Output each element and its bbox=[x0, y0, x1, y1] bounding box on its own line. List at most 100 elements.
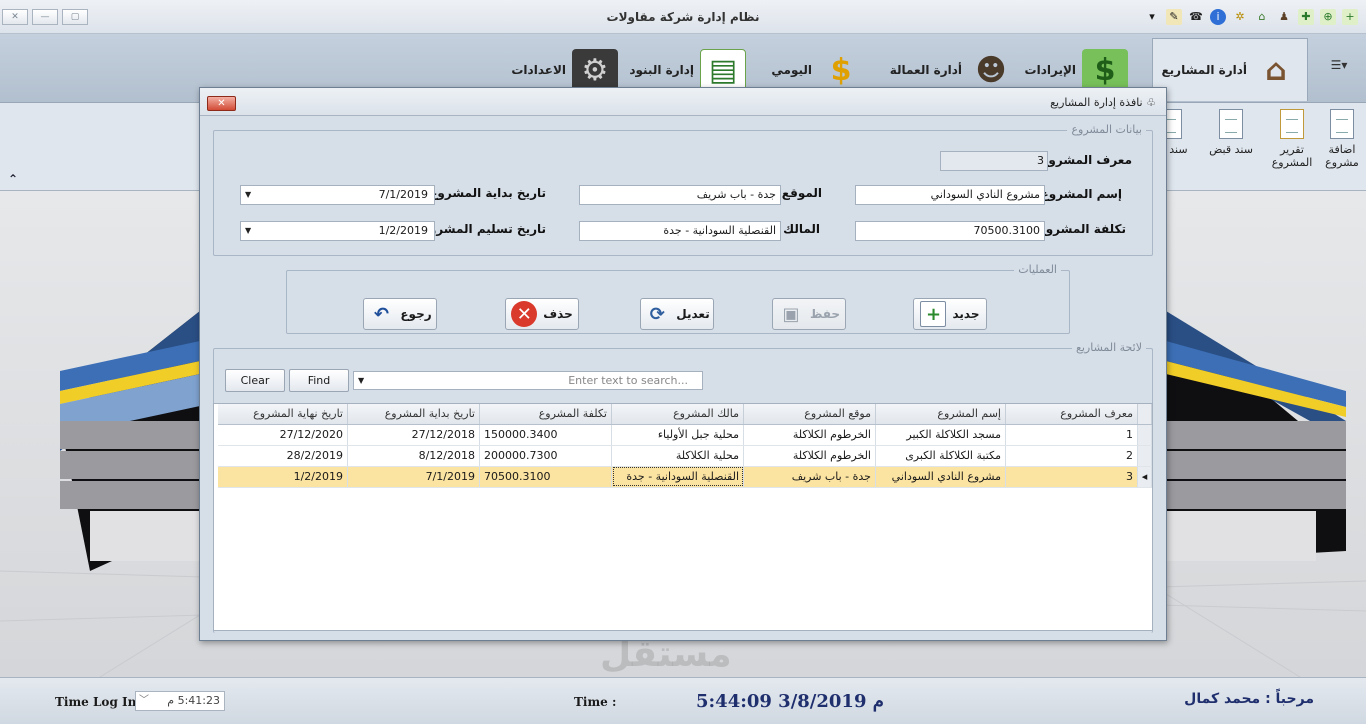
back-label: رجوع bbox=[400, 307, 432, 321]
money-icon: $ bbox=[1082, 49, 1128, 91]
people-icon: ☻ bbox=[975, 52, 1007, 88]
receipt-voucher-button[interactable]: سند قبض bbox=[1203, 109, 1259, 156]
notepad-icon[interactable]: ✎ bbox=[1166, 9, 1182, 25]
cell-location[interactable]: الخرطوم الكلاكلة bbox=[743, 424, 876, 446]
cell-owner[interactable]: محلية جبل الأولياء bbox=[611, 424, 744, 446]
add-icon[interactable]: ⊕ bbox=[1320, 9, 1336, 25]
row-indicator bbox=[1137, 424, 1152, 446]
cell-end[interactable]: 1/2/2019 bbox=[217, 466, 348, 488]
tab-labor-label: أدارة العمالة bbox=[889, 63, 962, 77]
ribbon-menu-button[interactable]: ☰▾ bbox=[1326, 58, 1352, 76]
project-report-label: تقرير المشروع bbox=[1271, 143, 1313, 169]
dropdown-arrow-icon[interactable]: ▼ bbox=[245, 222, 251, 240]
find-button[interactable]: Find bbox=[289, 369, 349, 392]
new-button[interactable]: جديد + bbox=[913, 298, 987, 330]
project-data-legend: بيانات المشروع bbox=[1067, 123, 1146, 136]
cell-cost[interactable]: 150000.3400 bbox=[479, 424, 612, 446]
cell-end[interactable]: 27/12/2020 bbox=[217, 424, 348, 446]
row-indicator-header bbox=[1137, 404, 1152, 425]
cell-location[interactable]: جدة - باب شريف bbox=[743, 466, 876, 488]
start-date-value: 7/1/2019 bbox=[378, 188, 428, 201]
telephone-icon[interactable]: ☎ bbox=[1188, 9, 1204, 25]
tab-projects[interactable]: ⌂ أدارة المشاريع bbox=[1152, 38, 1308, 101]
add-document-icon bbox=[1330, 109, 1354, 139]
table-row-selected[interactable]: ◂ 3 مشروع النادي السوداني جدة - باب شريف… bbox=[217, 466, 1152, 488]
cell-name[interactable]: مشروع النادي السوداني bbox=[875, 466, 1006, 488]
delivery-date-picker[interactable]: ▼ 1/2/2019 bbox=[240, 221, 435, 241]
back-arrow-icon: ↶ bbox=[373, 303, 389, 325]
user-icon[interactable]: ♟ bbox=[1276, 9, 1292, 25]
gear-icon: ⚙ bbox=[572, 49, 618, 91]
home-icon[interactable]: ⌂ bbox=[1254, 9, 1270, 25]
tab-daily-label: اليومي bbox=[771, 63, 812, 77]
delete-button[interactable]: حذف ✕ bbox=[505, 298, 579, 330]
cell-id[interactable]: 3 bbox=[1005, 466, 1138, 488]
cell-cost[interactable]: 200000.7300 bbox=[479, 445, 612, 467]
cell-id[interactable]: 1 bbox=[1005, 424, 1138, 446]
edit-button[interactable]: تعديل ⟳ bbox=[640, 298, 714, 330]
app-logo-icon: ♧ bbox=[1146, 96, 1156, 109]
clear-button[interactable]: Clear bbox=[225, 369, 285, 392]
cell-end[interactable]: 28/2/2019 bbox=[217, 445, 348, 467]
timelog-combo[interactable]: ﹀ 5:41:23 م bbox=[135, 691, 225, 711]
clock: 5:44:09 3/8/2019 م bbox=[696, 691, 884, 712]
new-document-icon: + bbox=[920, 301, 947, 327]
col-header-name[interactable]: إسم المشروع bbox=[875, 404, 1006, 425]
cell-name[interactable]: مكتبة الكلاكلة الكبرى bbox=[875, 445, 1006, 467]
projects-grid: معرف المشروع إسم المشروع موقع المشروع ما… bbox=[213, 403, 1153, 631]
search-mru-dropdown-icon[interactable]: ▼ bbox=[358, 372, 364, 389]
col-header-id[interactable]: معرف المشروع bbox=[1005, 404, 1138, 425]
cell-owner-focused[interactable]: القنصلية السودانية - جدة bbox=[611, 466, 744, 488]
dropdown-arrow-icon[interactable]: ▼ bbox=[245, 186, 251, 204]
cell-start[interactable]: 27/12/2018 bbox=[347, 424, 480, 446]
money-bag-house-icon: $ bbox=[830, 52, 852, 88]
status-bar: Time Log In : ﹀ 5:41:23 م Time : 5:44:09… bbox=[0, 677, 1366, 724]
cell-start[interactable]: 7/1/2019 bbox=[347, 466, 480, 488]
row-indicator-arrow-icon: ◂ bbox=[1137, 466, 1152, 488]
table-row[interactable]: 2 مكتبة الكلاكلة الكبرى الخرطوم الكلاكلة… bbox=[217, 445, 1152, 467]
info-icon[interactable]: i bbox=[1210, 9, 1226, 25]
delete-label: حذف bbox=[543, 307, 573, 321]
cell-location[interactable]: الخرطوم الكلاكلة bbox=[743, 445, 876, 467]
cell-owner[interactable]: محلية الكلاكلة bbox=[611, 445, 744, 467]
timelog-label: Time Log In : bbox=[55, 695, 145, 709]
location-input[interactable]: جدة - باب شريف bbox=[579, 185, 781, 205]
welcome-user: مرحباً : محمد كمال bbox=[1184, 691, 1314, 707]
search-input[interactable]: ▼ Enter text to search... bbox=[353, 371, 703, 390]
cell-start[interactable]: 8/12/2018 bbox=[347, 445, 480, 467]
project-name-input[interactable]: مشروع النادي السوداني bbox=[855, 185, 1045, 205]
save-disk-icon: ▣ bbox=[782, 303, 800, 325]
tab-revenues-label: الإيرادات bbox=[1024, 63, 1076, 77]
refresh-icon: ⟳ bbox=[649, 303, 665, 325]
col-header-location[interactable]: موقع المشروع bbox=[743, 404, 876, 425]
puzzle-icon[interactable]: ✲ bbox=[1232, 9, 1248, 25]
chevron-down-icon: ﹀ bbox=[139, 695, 149, 706]
cell-id[interactable]: 2 bbox=[1005, 445, 1138, 467]
project-report-button[interactable]: تقرير المشروع bbox=[1264, 109, 1320, 169]
tab-items-label: إدارة البنود bbox=[629, 63, 694, 77]
edit-doc-icon[interactable]: ✚ bbox=[1298, 9, 1314, 25]
dialog-title-text: نافذة إدارة المشاريع bbox=[1050, 96, 1143, 109]
table-row[interactable]: 1 مسجد الكلاكلة الكبير الخرطوم الكلاكلة … bbox=[217, 424, 1152, 446]
back-button[interactable]: رجوع ↶ bbox=[363, 298, 437, 330]
cell-name[interactable]: مسجد الكلاكلة الكبير bbox=[875, 424, 1006, 446]
tab-settings-label: الاعدادات bbox=[511, 63, 566, 77]
project-cost-input[interactable]: 70500.3100 bbox=[855, 221, 1045, 241]
qat-dropdown-icon[interactable]: ▾ bbox=[1144, 9, 1160, 25]
save-button[interactable]: حفظ ▣ bbox=[772, 298, 846, 330]
add-user-icon[interactable]: + bbox=[1342, 9, 1358, 25]
collapse-ribbon-icon[interactable]: ⌃ bbox=[8, 172, 18, 186]
delivery-date-value: 1/2/2019 bbox=[378, 224, 428, 237]
col-header-start[interactable]: تاريخ بداية المشروع bbox=[347, 404, 480, 425]
col-header-end[interactable]: تاريخ نهاية المشروع bbox=[217, 404, 348, 425]
col-header-owner[interactable]: مالك المشروع bbox=[611, 404, 744, 425]
col-header-cost[interactable]: تكلفة المشروع bbox=[479, 404, 612, 425]
cell-cost[interactable]: 70500.3100 bbox=[479, 466, 612, 488]
add-project-button[interactable]: اضافة مشروع bbox=[1314, 109, 1366, 169]
clipboard-icon bbox=[1280, 109, 1304, 139]
owner-input[interactable]: القنصلية السودانية - جدة bbox=[579, 221, 781, 241]
tab-projects-label: أدارة المشاريع bbox=[1161, 63, 1247, 77]
dialog-close-button[interactable]: ✕ bbox=[207, 96, 236, 111]
start-date-picker[interactable]: ▼ 7/1/2019 bbox=[240, 185, 435, 205]
search-placeholder: Enter text to search... bbox=[568, 374, 688, 387]
